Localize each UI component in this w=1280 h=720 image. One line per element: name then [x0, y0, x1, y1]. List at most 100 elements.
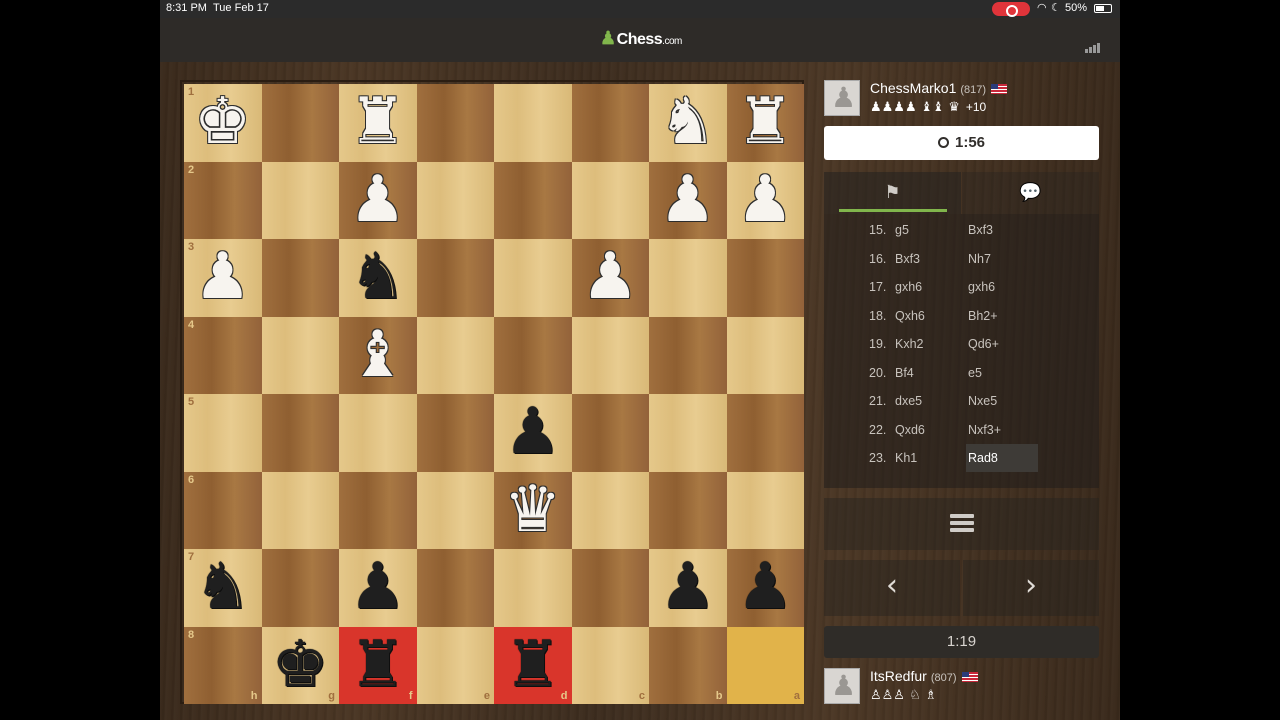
- square-h3[interactable]: 3 ♟: [184, 239, 262, 317]
- white-move[interactable]: Kxh2: [895, 330, 924, 358]
- square-f6[interactable]: [339, 471, 417, 549]
- black-king-piece[interactable]: ♚: [262, 627, 339, 704]
- black-rook-piece[interactable]: ♜: [339, 627, 416, 704]
- square-g4[interactable]: [261, 316, 339, 394]
- opponent-avatar[interactable]: [824, 80, 860, 116]
- square-d2[interactable]: [494, 161, 572, 239]
- chess-board[interactable]: 1 ♚ ♜ ♞ ♜ 2 ♟ ♟ ♟ 3 ♟ ♞ ♟ 4 ♝ 5 ♟ 6 ♛ 7 ♞ ♟ ♟ ♟ 8 h g ♚ f ♜ e d ♜ c b a: [184, 84, 804, 704]
- square-c5[interactable]: [571, 394, 649, 472]
- square-e3[interactable]: [416, 239, 494, 317]
- square-f1[interactable]: ♜: [339, 84, 417, 162]
- square-g5[interactable]: [261, 394, 339, 472]
- tab-chat[interactable]: 💬: [962, 172, 1099, 214]
- black-pawn-piece[interactable]: ♟: [649, 549, 726, 626]
- square-f7[interactable]: ♟: [339, 549, 417, 627]
- white-move[interactable]: Kh1: [895, 444, 917, 472]
- black-pawn-piece[interactable]: ♟: [494, 394, 571, 471]
- player-avatar[interactable]: [824, 668, 860, 704]
- tab-moves[interactable]: ⚑: [824, 172, 961, 214]
- square-h6[interactable]: 6: [184, 471, 262, 549]
- square-c3[interactable]: ♟: [571, 239, 649, 317]
- white-bishop-piece[interactable]: ♝: [339, 317, 416, 394]
- white-pawn-piece[interactable]: ♟: [727, 162, 804, 239]
- white-rook-piece[interactable]: ♜: [727, 84, 804, 161]
- white-rook-piece[interactable]: ♜: [339, 84, 416, 161]
- square-d7[interactable]: [494, 549, 572, 627]
- square-h1[interactable]: 1 ♚: [184, 84, 262, 162]
- square-a4[interactable]: [726, 316, 804, 394]
- move-list-menu-button[interactable]: [824, 498, 1099, 550]
- square-c4[interactable]: [571, 316, 649, 394]
- square-b8[interactable]: b: [649, 626, 727, 704]
- square-b2[interactable]: ♟: [649, 161, 727, 239]
- opponent-name[interactable]: ChessMarko1: [870, 80, 956, 96]
- black-rook-piece[interactable]: ♜: [494, 627, 571, 704]
- white-pawn-piece[interactable]: ♟: [339, 162, 416, 239]
- white-move[interactable]: Qxh6: [895, 302, 925, 330]
- black-pawn-piece[interactable]: ♟: [727, 549, 804, 626]
- square-d8[interactable]: d ♜: [494, 626, 572, 704]
- previous-move-button[interactable]: ‹: [824, 560, 960, 616]
- square-a8[interactable]: a: [726, 626, 804, 704]
- square-c1[interactable]: [571, 84, 649, 162]
- square-e2[interactable]: [416, 161, 494, 239]
- square-d5[interactable]: ♟: [494, 394, 572, 472]
- square-f5[interactable]: [339, 394, 417, 472]
- square-g6[interactable]: [261, 471, 339, 549]
- black-move[interactable]: Qd6+: [968, 330, 999, 358]
- square-f8[interactable]: f ♜: [339, 626, 417, 704]
- square-a3[interactable]: [726, 239, 804, 317]
- square-b7[interactable]: ♟: [649, 549, 727, 627]
- screen-record-icon[interactable]: [992, 2, 1030, 17]
- black-move[interactable]: e5: [968, 359, 982, 387]
- square-c2[interactable]: [571, 161, 649, 239]
- black-pawn-piece[interactable]: ♟: [339, 549, 416, 626]
- square-c8[interactable]: c: [571, 626, 649, 704]
- white-pawn-piece[interactable]: ♟: [184, 239, 261, 316]
- black-move[interactable]: Nxe5: [968, 387, 997, 415]
- white-queen-piece[interactable]: ♛: [494, 472, 571, 549]
- square-a2[interactable]: ♟: [726, 161, 804, 239]
- black-move[interactable]: Bh2+: [968, 302, 998, 330]
- square-b5[interactable]: [649, 394, 727, 472]
- square-b6[interactable]: [649, 471, 727, 549]
- square-g7[interactable]: [261, 549, 339, 627]
- black-move[interactable]: Nxf3+: [968, 416, 1001, 444]
- black-move[interactable]: gxh6: [968, 273, 995, 301]
- white-move[interactable]: Bf4: [895, 359, 914, 387]
- white-move[interactable]: dxe5: [895, 387, 922, 415]
- player-name[interactable]: ItsRedfur: [870, 668, 927, 684]
- white-king-piece[interactable]: ♚: [184, 84, 261, 161]
- black-move[interactable]: Nh7: [968, 245, 991, 273]
- square-b1[interactable]: ♞: [649, 84, 727, 162]
- square-h7[interactable]: 7 ♞: [184, 549, 262, 627]
- next-move-button[interactable]: ›: [963, 560, 1099, 616]
- square-b4[interactable]: [649, 316, 727, 394]
- square-g2[interactable]: [261, 161, 339, 239]
- square-h5[interactable]: 5: [184, 394, 262, 472]
- white-move[interactable]: gxh6: [895, 273, 922, 301]
- white-move[interactable]: Qxd6: [895, 416, 925, 444]
- square-d6[interactable]: ♛: [494, 471, 572, 549]
- square-e5[interactable]: [416, 394, 494, 472]
- black-knight-piece[interactable]: ♞: [184, 549, 261, 626]
- square-g3[interactable]: [261, 239, 339, 317]
- square-f4[interactable]: ♝: [339, 316, 417, 394]
- square-f2[interactable]: ♟: [339, 161, 417, 239]
- square-g8[interactable]: g ♚: [261, 626, 339, 704]
- square-h2[interactable]: 2: [184, 161, 262, 239]
- square-g1[interactable]: [261, 84, 339, 162]
- white-pawn-piece[interactable]: ♟: [649, 162, 726, 239]
- square-a6[interactable]: [726, 471, 804, 549]
- black-move[interactable]: Bxf3: [968, 216, 993, 244]
- square-b3[interactable]: [649, 239, 727, 317]
- square-e6[interactable]: [416, 471, 494, 549]
- square-a5[interactable]: [726, 394, 804, 472]
- square-f3[interactable]: ♞: [339, 239, 417, 317]
- white-pawn-piece[interactable]: ♟: [572, 239, 649, 316]
- white-move[interactable]: Bxf3: [895, 245, 920, 273]
- square-h8[interactable]: 8h: [184, 626, 262, 704]
- square-c7[interactable]: [571, 549, 649, 627]
- square-d4[interactable]: [494, 316, 572, 394]
- square-e4[interactable]: [416, 316, 494, 394]
